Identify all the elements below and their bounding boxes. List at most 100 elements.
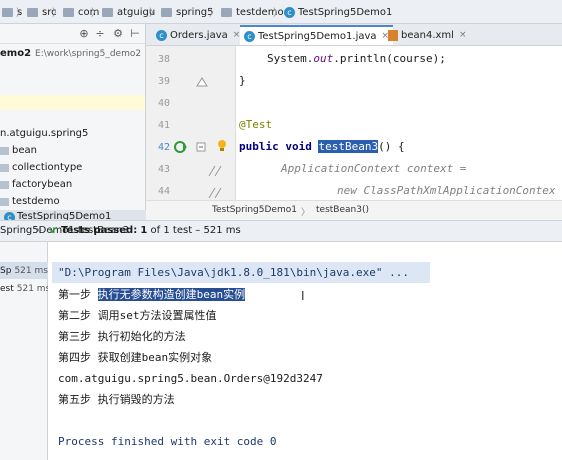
fold-icon[interactable] — [196, 140, 206, 154]
editor-crumb-class[interactable]: TestSpring5Demo1 — [212, 205, 297, 215]
tree-item-label: collectiontype — [12, 162, 83, 173]
line-number: 43 — [157, 164, 170, 175]
tab-label: TestSpring5Demo1.java — [258, 30, 377, 42]
target-icon[interactable]: ⊕ — [78, 28, 90, 40]
project-root-name: emo2 — [0, 48, 32, 59]
tree-item-bean[interactable]: bean — [0, 142, 145, 159]
comment-slash-icon — [208, 165, 222, 199]
code-keyword: public void — [239, 140, 312, 153]
editor-crumb-method[interactable]: testBean3() — [316, 205, 369, 215]
text-cursor-icon: I — [301, 289, 305, 303]
tree-item-label: testdemo — [12, 196, 60, 207]
tab-testspring5demo1-java[interactable]: c TestSpring5Demo1.java × — [240, 25, 394, 45]
tree-item-label: factorybean — [12, 179, 73, 190]
console-exit: Process finished with exit code 0 — [58, 435, 277, 448]
tab-label: bean4.xml — [401, 29, 454, 41]
code-token: System. — [267, 52, 314, 65]
package-icon — [0, 146, 9, 155]
code-line-42: public void testBean3() { — [239, 136, 405, 158]
console-step3: 第三步 执行初始化的方法 — [58, 330, 186, 343]
xml-file-icon — [388, 29, 398, 41]
tree-row-selected[interactable] — [0, 95, 145, 110]
tab-orders-java[interactable]: c Orders.java × — [152, 25, 244, 45]
console-step-label: 第一步 — [58, 288, 91, 301]
navigation-breadcrumb: s 〉 src 〉 com 〉 atguigu 〉 spring5 〉 test… — [0, 0, 562, 24]
test-tree-item[interactable]: est 521 ms — [0, 280, 51, 297]
breadcrumb-item-atguigu[interactable]: atguigu — [102, 4, 155, 20]
line-number: 38 — [157, 54, 170, 65]
test-tree-label: est — [0, 283, 14, 294]
hide-icon[interactable]: ⊢ — [129, 28, 141, 40]
console-step2: 第二步 调用set方法设置属性值 — [58, 309, 217, 322]
breadcrumb-separator: 〉 — [149, 8, 159, 19]
project-root-path: E:\work\spring5_demo2 — [35, 48, 142, 59]
gear-icon[interactable]: ⚙ — [112, 28, 124, 40]
code-line-39: } — [239, 70, 246, 92]
code-token: () { — [378, 140, 405, 153]
test-status-suffix: of 1 test – 521 ms — [150, 225, 241, 236]
test-status-prefix: Tests passed: — [61, 225, 138, 236]
tree-item-testdemo[interactable]: testdemo — [0, 193, 145, 210]
project-root[interactable]: emo2 E:\work\spring5_demo2 — [0, 45, 145, 62]
code-token: } — [239, 74, 246, 87]
test-tree-item[interactable]: Sp 521 ms — [0, 262, 48, 279]
folder-icon — [63, 7, 74, 17]
tree-item-collectiontype[interactable]: collectiontype — [0, 159, 145, 176]
line-number: 42 — [157, 142, 170, 153]
package-icon — [0, 197, 9, 206]
tree-item-factorybean[interactable]: factorybean — [0, 176, 145, 193]
code-line-41: @Test — [239, 114, 272, 136]
code-token: .println(course); — [333, 52, 446, 65]
line-number: 44 — [157, 186, 170, 197]
breadcrumb-label: spring5 — [176, 6, 214, 18]
console-command-line: "D:\Program Files\Java\jdk1.8.0_181\bin\… — [52, 262, 430, 283]
test-tree-time: 521 ms — [14, 265, 48, 276]
run-gutter-icon[interactable] — [173, 140, 189, 154]
breadcrumb-separator: 〉 — [301, 208, 311, 218]
line-number: 39 — [157, 76, 170, 87]
fold-icon[interactable] — [196, 74, 208, 90]
code-line-44: new ClassPathXmlApplicationContex — [337, 180, 556, 200]
editor-breadcrumb: TestSpring5Demo1 〉 testBean3() — [146, 200, 562, 220]
close-icon[interactable]: × — [459, 30, 467, 40]
console-selected-text: 执行无参数构造创建bean实例 — [97, 288, 246, 301]
code-line-43: ApplicationContext context = — [281, 158, 466, 180]
folder-icon — [221, 7, 232, 17]
breadcrumb-separator: 〉 — [52, 8, 62, 19]
tab-bean4-xml[interactable]: bean4.xml × — [384, 25, 471, 45]
breadcrumb-separator: 〉 — [91, 8, 101, 19]
test-tree-label: Sp — [0, 265, 12, 276]
folder-icon — [102, 7, 113, 17]
console-object: com.atguigu.spring5.bean.Orders@192d3247 — [58, 372, 323, 385]
console-step1: 第一步 执行无参数构造创建bean实例 — [58, 284, 246, 305]
test-results-tree: Sp 521 ms est 521 ms — [0, 242, 51, 460]
lightbulb-icon[interactable] — [217, 139, 227, 153]
console-command: "D:\Program Files\Java\jdk1.8.0_181\bin\… — [58, 266, 409, 279]
breadcrumb-item-spring5[interactable]: spring5 — [161, 4, 214, 20]
tree-item-package[interactable]: n.atguigu.spring5 — [0, 125, 145, 142]
code-comment: ApplicationContext context = — [281, 162, 467, 175]
code-comment: new ClassPathXmlApplicationContex — [337, 184, 556, 197]
check-icon: ✔ — [49, 224, 59, 237]
test-status-count: 1 — [140, 225, 148, 236]
collapse-icon[interactable]: ÷ — [94, 28, 106, 40]
breadcrumb-separator: 〉 — [16, 8, 26, 19]
console-output[interactable]: "D:\Program Files\Java\jdk1.8.0_181\bin\… — [48, 242, 562, 460]
folder-icon — [161, 7, 172, 17]
expand-icon[interactable]: » — [36, 225, 42, 236]
line-number: 40 — [157, 98, 170, 109]
folder-icon — [2, 7, 13, 17]
code-annotation: @Test — [239, 118, 273, 131]
run-header: Spring5Demo1.testBean3 » ✔ Tests passed:… — [0, 220, 562, 242]
breadcrumb-item-class[interactable]: c TestSpring5Demo1 — [284, 4, 392, 20]
folder-icon — [27, 7, 38, 17]
tree-item-label: bean — [12, 145, 37, 156]
editor-gutter: 38 39 40 41 42 43 44 — [146, 46, 236, 200]
editor-tabs: c Orders.java × c TestSpring5Demo1.java … — [146, 24, 562, 46]
console-step5: 第五步 执行销毁的方法 — [58, 393, 175, 406]
console-step4: 第四步 获取创建bean实例对象 — [58, 351, 213, 364]
code-token-field: out — [313, 52, 334, 65]
code-editor[interactable]: System.out.println(course); } @Test publ… — [237, 46, 562, 200]
breadcrumb-separator: 〉 — [273, 8, 283, 19]
test-tree-time: 521 ms — [16, 283, 51, 294]
